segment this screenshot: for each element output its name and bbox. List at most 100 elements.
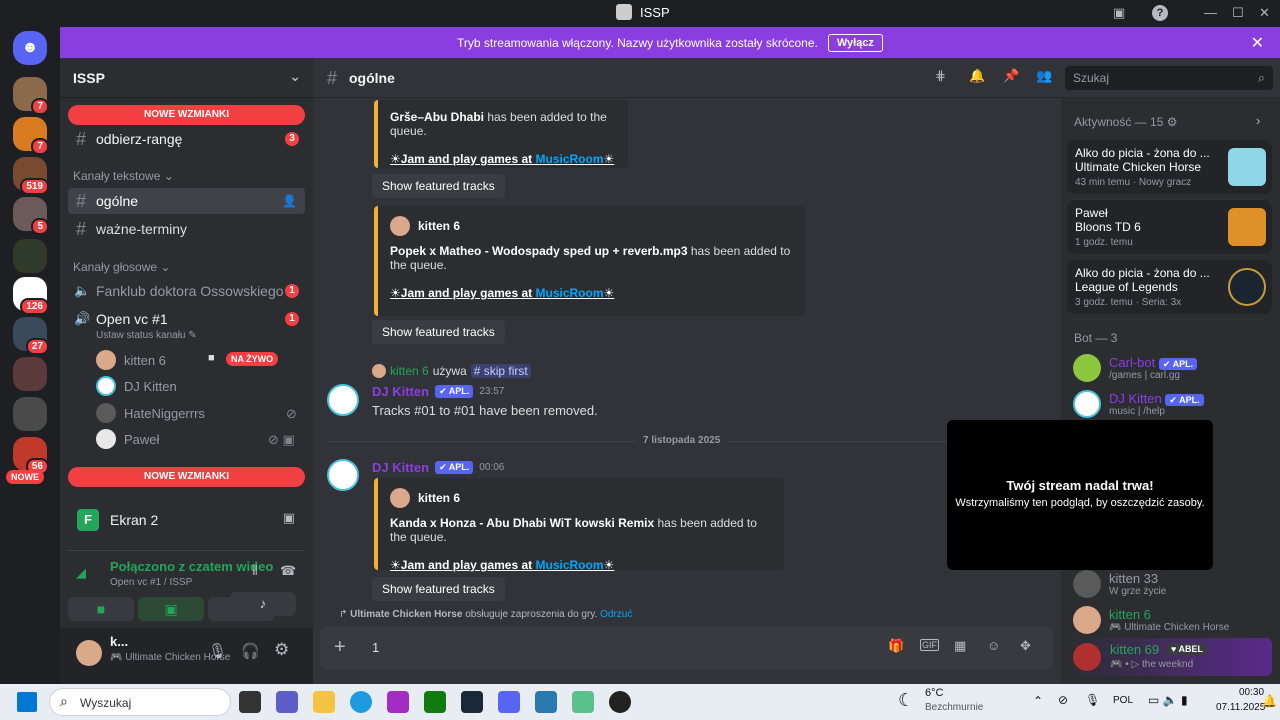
server-icon[interactable]: 5: [13, 197, 49, 235]
help-icon[interactable]: ?: [1152, 5, 1168, 21]
activity-header[interactable]: Aktywność — 15 ⚙: [1074, 115, 1177, 129]
avatar[interactable]: [76, 640, 102, 666]
windows-start-icon[interactable]: [17, 692, 37, 712]
task-view-icon[interactable]: [239, 691, 261, 713]
member-item[interactable]: kitten 33 W grze życie: [1073, 570, 1166, 598]
file-explorer-icon[interactable]: [313, 691, 335, 713]
chevron-up-icon[interactable]: ⌃: [1033, 694, 1043, 708]
app-icon[interactable]: [609, 691, 631, 713]
discord-icon[interactable]: [498, 691, 520, 713]
avatar[interactable]: [327, 384, 359, 416]
server-icon[interactable]: 7: [13, 77, 49, 115]
steam-icon[interactable]: [461, 691, 483, 713]
jam-link[interactable]: ☀Jam and play games at MusicRoom☀: [390, 152, 616, 166]
xbox-icon[interactable]: [424, 691, 446, 713]
server-icon[interactable]: 56: [13, 437, 49, 475]
new-mentions-bottom[interactable]: NOWE WZMIANKI: [68, 467, 305, 487]
server-icon[interactable]: 7: [13, 117, 49, 155]
channel-odbierz-range[interactable]: # odbierz-rangę 3: [68, 126, 305, 152]
member-item[interactable]: kitten 6 🎮 Ultimate Chicken Horse: [1073, 606, 1229, 634]
member-item[interactable]: Carl-bot ✔ APL./games | carl.gg: [1073, 354, 1198, 382]
server-icon[interactable]: 27: [13, 317, 49, 355]
bot-name[interactable]: DJ Kitten: [372, 460, 429, 475]
notifications-icon[interactable]: 🔔: [1262, 694, 1277, 708]
apps-icon[interactable]: ✥: [1020, 638, 1031, 654]
activity-card[interactable]: Alko do picia - żona do ... Ultimate Chi…: [1067, 140, 1272, 194]
musicroom-link[interactable]: MusicRoom: [536, 152, 604, 166]
close-window-button[interactable]: ✕: [1259, 5, 1270, 21]
chevron-right-icon[interactable]: ›: [1256, 113, 1260, 128]
soundboard-icon[interactable]: ⦀: [252, 563, 258, 579]
channel-ogolne[interactable]: # ogólne 👤: [68, 188, 305, 214]
gif-icon[interactable]: GIF: [920, 639, 939, 651]
voice-user[interactable]: kitten 6: [96, 350, 166, 370]
sticker-icon[interactable]: ▦: [954, 638, 966, 654]
disable-streamer-button[interactable]: Wyłącz: [827, 33, 883, 52]
stop-stream-icon[interactable]: ▣: [283, 510, 295, 526]
minimize-button[interactable]: —: [1204, 5, 1217, 20]
edge-icon[interactable]: [350, 691, 372, 713]
add-member-icon[interactable]: 👤: [282, 194, 297, 208]
clock-time[interactable]: 00:30: [1239, 687, 1264, 698]
server-icon[interactable]: [13, 397, 47, 431]
voice-channel-open[interactable]: 🔊 Open vc #1 1: [68, 306, 305, 332]
server-icon[interactable]: [13, 239, 47, 273]
channel-status-link[interactable]: Ustaw status kanału ✎: [96, 330, 197, 341]
new-mentions-pill[interactable]: NOWE: [6, 470, 44, 484]
voice-channel-fanklub[interactable]: 🔈 Fanklub doktora Ossowskiego 1: [68, 278, 305, 304]
app-icon[interactable]: [387, 691, 409, 713]
microphone-icon[interactable]: 🎙: [1085, 693, 1100, 707]
taskbar-search[interactable]: ⌕ Wyszukaj: [49, 688, 231, 716]
jam-link[interactable]: ☀Jam and play games at MusicRoom☀: [390, 286, 794, 300]
channel-wazne-terminy[interactable]: # ważne-terminy: [68, 216, 305, 242]
new-mentions-top[interactable]: NOWE WZMIANKI: [68, 105, 305, 125]
close-icon[interactable]: ✕: [1251, 33, 1264, 53]
discord-home-icon[interactable]: ☻: [13, 31, 47, 65]
dismiss-link[interactable]: Odrzuć: [600, 609, 632, 620]
game-icon[interactable]: [572, 691, 594, 713]
emoji-icon[interactable]: ☺: [987, 638, 1000, 653]
camera-button[interactable]: ■: [68, 597, 134, 621]
show-featured-button[interactable]: Show featured tracks: [372, 577, 505, 601]
voice-user[interactable]: DJ Kitten: [96, 376, 177, 396]
command-tag[interactable]: # skip first: [470, 364, 531, 378]
activity-card[interactable]: Alko do picia - żona do ... League of Le…: [1067, 260, 1272, 314]
gear-icon[interactable]: ⚙: [274, 640, 289, 660]
voice-user[interactable]: Paweł: [96, 429, 159, 449]
member-item-highlight[interactable]: kitten 69 ♥ ABEL 🎮 • ▷ the weeknd: [1067, 638, 1272, 676]
inbox-icon[interactable]: ▣: [1113, 5, 1125, 21]
command-user[interactable]: kitten 6: [390, 364, 429, 378]
show-featured-button[interactable]: Show featured tracks: [372, 320, 505, 344]
threads-icon[interactable]: ⋕: [935, 68, 946, 84]
server-icon[interactable]: 126: [13, 277, 49, 315]
pin-icon[interactable]: 📌: [1003, 68, 1019, 84]
avatar[interactable]: [327, 459, 359, 491]
monitor-icon[interactable]: ▭ 🔈 ▮: [1148, 693, 1188, 707]
voice-user[interactable]: HateNiggerrrs: [96, 403, 205, 423]
teams-icon[interactable]: [276, 691, 298, 713]
clock-date[interactable]: 07.11.2025: [1216, 702, 1265, 713]
plus-icon[interactable]: +: [334, 636, 346, 659]
language[interactable]: POL: [1113, 695, 1133, 706]
disconnect-icon[interactable]: ☎: [280, 563, 296, 579]
jam-link[interactable]: ☀Jam and play games at MusicRoom☀: [390, 558, 772, 572]
gift-icon[interactable]: 🎁: [888, 638, 904, 654]
server-icon[interactable]: 519: [13, 157, 49, 195]
message-input[interactable]: + 1 🎁 GIF ▦ ☺ ✥: [320, 626, 1053, 670]
app-icon[interactable]: [535, 691, 557, 713]
members-icon[interactable]: 👥: [1036, 68, 1052, 84]
server-icon[interactable]: [13, 357, 47, 391]
headphones-icon[interactable]: 🎧: [241, 642, 260, 660]
soundboard-button[interactable]: ♪: [230, 592, 296, 616]
show-featured-button[interactable]: Show featured tracks: [372, 174, 505, 198]
maximize-button[interactable]: ☐: [1232, 5, 1244, 21]
screen-share-button[interactable]: ▣: [138, 597, 204, 621]
category-voice[interactable]: Kanały głosowe ⌄: [73, 260, 170, 274]
signal-icon[interactable]: ◢: [76, 565, 86, 581]
musicroom-link[interactable]: MusicRoom: [536, 558, 604, 572]
bot-name[interactable]: DJ Kitten: [372, 384, 429, 399]
microphone-icon[interactable]: 🎙: [208, 642, 227, 660]
member-item[interactable]: DJ Kitten ✔ APL. music | /help: [1073, 390, 1204, 418]
musicroom-link[interactable]: MusicRoom: [536, 286, 604, 300]
activity-card[interactable]: Paweł Bloons TD 6 1 godz. temu: [1067, 200, 1272, 254]
